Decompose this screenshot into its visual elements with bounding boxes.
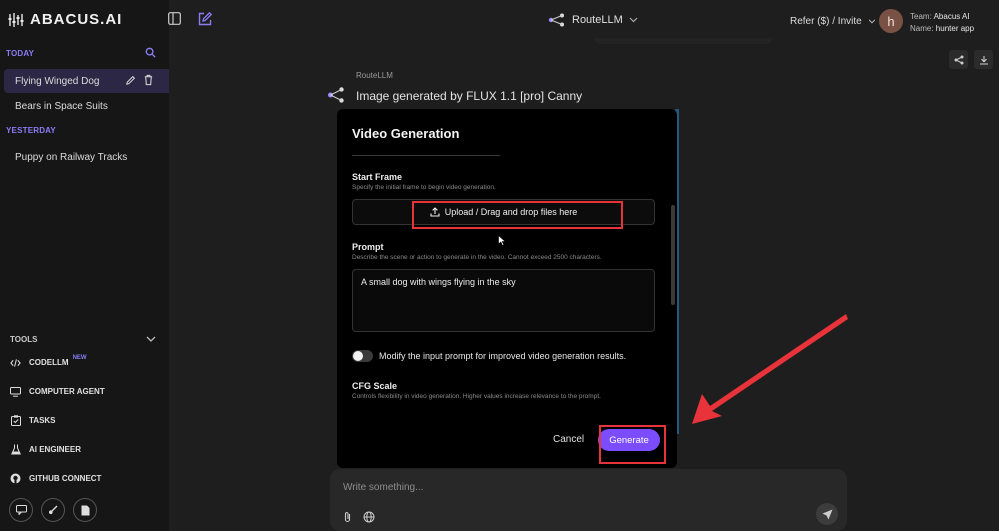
new-chat-icon[interactable] (198, 12, 212, 26)
cancel-button[interactable]: Cancel (553, 434, 584, 445)
chat-item-bears-in-space-suits[interactable]: Bears in Space Suits (4, 94, 169, 118)
new-badge: NEW (72, 354, 87, 361)
logo-text: ABACUS.AI (30, 11, 123, 28)
search-icon[interactable] (145, 47, 156, 58)
download-button[interactable] (974, 50, 993, 69)
document-button[interactable] (73, 498, 97, 522)
brush-icon (49, 505, 58, 514)
download-icon (979, 55, 988, 65)
monitor-icon (10, 386, 21, 397)
chat-actions (949, 50, 993, 69)
tool-label: GITHUB CONNECT (29, 474, 102, 483)
chevron-down-icon (629, 17, 638, 23)
annotation-arrow (692, 314, 848, 424)
cfg-scale-label: CFG Scale (352, 381, 398, 391)
tool-codellm[interactable]: CODELLM NEW (10, 354, 87, 368)
attach-icon[interactable] (343, 511, 352, 523)
section-label-yesterday: YESTERDAY (6, 126, 56, 135)
message-composer[interactable]: Write something... (330, 469, 847, 531)
tool-tasks[interactable]: TASKS (10, 415, 56, 426)
composer-placeholder: Write something... (343, 482, 424, 493)
tool-label: AI ENGINEER (29, 445, 82, 454)
chat-bubble-button[interactable] (9, 498, 33, 522)
message-icon (15, 505, 27, 515)
chat-item-label: Bears in Space Suits (15, 100, 108, 112)
avatar[interactable]: h (879, 9, 903, 33)
chat-item-puppy-on-railway-tracks[interactable]: Puppy on Railway Tracks (4, 145, 169, 169)
tool-github-connect[interactable]: GITHUB CONNECT (10, 473, 101, 484)
tool-ai-engineer[interactable]: AI ENGINEER (10, 444, 81, 455)
model-name: RouteLLM (572, 14, 623, 26)
modal-title: Video Generation (352, 126, 460, 141)
sidebar-toggle-icon[interactable] (168, 12, 181, 25)
abacus-logo-icon (8, 12, 24, 27)
edit-icon[interactable] (125, 75, 136, 86)
paint-button[interactable] (41, 498, 65, 522)
trash-icon[interactable] (143, 74, 154, 86)
modal-scrollbar[interactable] (671, 205, 675, 305)
sidebar: ABACUS.AI TODAY Flying Winged Dog Bears … (0, 0, 169, 531)
refer-invite-menu[interactable]: Refer ($) / Invite (790, 16, 876, 27)
message-text: Image generated by FLUX 1.1 [pro] Canny (356, 89, 583, 103)
prompt-textarea[interactable]: A small dog with wings flying in the sky (352, 269, 655, 332)
generate-highlight-box (599, 425, 666, 464)
code-icon (10, 357, 21, 368)
logo[interactable]: ABACUS.AI (8, 11, 122, 28)
cfg-scale-description: Controls flexibility in video generation… (352, 393, 601, 400)
mouse-cursor-icon (498, 235, 506, 246)
enhance-prompt-label: Modify the input prompt for improved vid… (379, 351, 627, 361)
send-icon (822, 509, 832, 519)
tool-label: TASKS (29, 416, 56, 425)
routellm-logo-icon (548, 13, 564, 27)
start-frame-description: Specify the initial frame to begin video… (352, 184, 496, 191)
globe-icon[interactable] (363, 511, 375, 523)
routellm-avatar-icon (328, 87, 344, 103)
upload-highlight-box (412, 201, 623, 229)
team-label: Team: (910, 12, 932, 21)
tool-label: COMPUTER AGENT (29, 387, 105, 396)
tools-label: TOOLS (10, 335, 38, 344)
section-label-today: TODAY (6, 49, 35, 58)
chat-item-label: Flying Winged Dog (15, 75, 100, 87)
share-icon (954, 55, 963, 64)
tool-computer-agent[interactable]: COMPUTER AGENT (10, 386, 105, 397)
refer-label: Refer ($) / Invite (790, 16, 862, 27)
model-selector[interactable]: RouteLLM (548, 13, 638, 27)
start-frame-label: Start Frame (352, 172, 403, 182)
chat-item-flying-winged-dog[interactable]: Flying Winged Dog (4, 69, 169, 93)
share-button[interactable] (949, 50, 968, 69)
prompt-value: A small dog with wings flying in the sky (361, 277, 516, 287)
tool-label: CODELLM (29, 358, 69, 367)
prompt-description: Describe the scene or action to generate… (352, 254, 602, 261)
flask-icon (10, 444, 21, 455)
previous-message-edge (594, 38, 772, 44)
name-label: Name: (910, 24, 934, 33)
document-icon (81, 505, 89, 515)
video-generation-modal: Video Generation Start Frame Specify the… (337, 109, 677, 468)
chevron-down-icon[interactable] (146, 336, 156, 343)
send-button[interactable] (816, 503, 838, 525)
account-info[interactable]: Team: Abacus AI Name: hunter app (910, 11, 974, 35)
chevron-down-icon (868, 19, 875, 24)
name-value: hunter app (935, 24, 975, 33)
message-sender: RouteLLM (356, 71, 393, 80)
title-divider (352, 155, 500, 156)
team-value: Abacus AI (933, 12, 970, 21)
github-icon (10, 473, 21, 484)
enhance-prompt-toggle[interactable] (352, 350, 373, 362)
clipboard-icon (10, 415, 21, 426)
prompt-label: Prompt (352, 242, 384, 252)
chat-item-label: Puppy on Railway Tracks (15, 151, 128, 163)
